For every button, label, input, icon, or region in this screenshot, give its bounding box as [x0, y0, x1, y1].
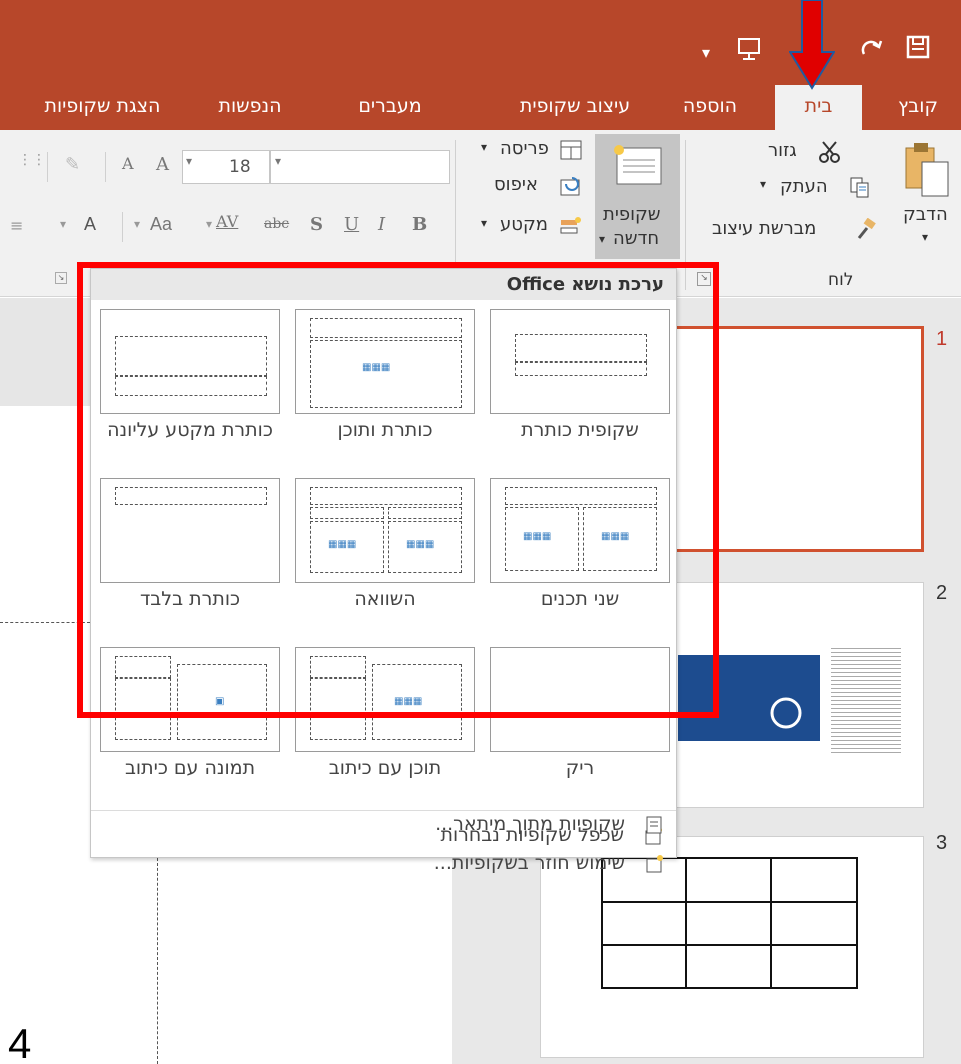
section-dropdown-icon[interactable]: ▾	[481, 216, 487, 230]
list-icon[interactable]: ⋮⋮	[18, 152, 46, 168]
placeholder-edge	[157, 858, 158, 1064]
page-number: 4	[8, 1020, 32, 1064]
customize-qat-icon[interactable]: ▾	[702, 40, 710, 66]
font-color-button[interactable]: A	[84, 214, 96, 235]
slide-number: 2	[936, 582, 948, 604]
tab-slideshow[interactable]: הצגת שקופיות	[25, 85, 180, 130]
strikethrough-button[interactable]: abc	[264, 216, 289, 232]
clipboard-group-label: לוח	[828, 270, 854, 290]
layout-name: תמונה עם כיתוב	[124, 757, 256, 779]
char-spacing-button[interactable]: AV	[216, 212, 238, 231]
font-color-dropdown-icon[interactable]: ▾	[60, 217, 66, 231]
char-spacing-dropdown-icon[interactable]: ▾	[206, 217, 212, 231]
shrink-font-icon[interactable]: A	[122, 154, 134, 173]
reuse-slides-item[interactable]: שימוש חוזר בשקופיות...	[90, 847, 677, 881]
layout-icon[interactable]	[560, 140, 582, 160]
slides-from-outline-icon	[646, 816, 662, 834]
tab-design[interactable]: עיצוב שקופית	[510, 85, 640, 130]
layout-name: ריק	[565, 757, 595, 779]
layout-dropdown-icon[interactable]: ▾	[481, 140, 487, 154]
reset-button[interactable]: איפוס	[494, 174, 538, 195]
tab-home[interactable]: בית	[775, 85, 862, 130]
format-painter-button[interactable]: מברשת עיצוב	[712, 218, 816, 239]
new-slide-button[interactable]: שקופית חדשה ▾	[595, 134, 680, 259]
copy-dropdown-icon[interactable]: ▾	[760, 177, 766, 191]
underline-button[interactable]: U	[344, 214, 359, 235]
tab-animations[interactable]: הנפשות	[205, 85, 295, 130]
font-size-dropdown-icon[interactable]: ▾	[186, 154, 192, 168]
align-icon[interactable]: ≡	[10, 216, 23, 235]
cut-button[interactable]: גזור	[768, 140, 797, 161]
change-case-dropdown-icon[interactable]: ▾	[134, 217, 140, 231]
new-slide-dropdown-icon[interactable]: ▾	[599, 232, 605, 246]
save-icon[interactable]	[905, 34, 931, 65]
copy-button[interactable]: העתק	[780, 176, 828, 197]
shadow-button[interactable]: S	[310, 214, 323, 235]
layout-button[interactable]: פריסה	[500, 138, 549, 159]
new-slide-label-1: שקופית	[603, 204, 661, 225]
section-button[interactable]: מקטע	[500, 214, 548, 235]
tab-insert[interactable]: הוספה	[670, 85, 750, 130]
slide-text-block	[831, 645, 901, 755]
reuse-slides-icon	[646, 855, 663, 873]
layout-name: תוכן עם כיתוב	[328, 757, 442, 779]
paste-label[interactable]: הדבק	[903, 204, 948, 225]
red-arrow-icon	[789, 0, 835, 90]
bold-button[interactable]: B	[412, 214, 427, 235]
clear-formatting-icon[interactable]: ✎	[65, 154, 80, 175]
font-separator	[105, 152, 106, 182]
font-separator	[47, 152, 48, 182]
section-icon[interactable]	[560, 216, 582, 236]
new-slide-label-2: חדשה	[613, 228, 660, 249]
cut-icon[interactable]	[818, 140, 842, 164]
accessibility-icon	[770, 697, 802, 729]
paste-dropdown-icon[interactable]: ▾	[922, 230, 928, 244]
redo-icon[interactable]	[858, 34, 884, 65]
font-name-box[interactable]	[270, 150, 450, 184]
grow-font-icon[interactable]: A	[156, 154, 169, 175]
font-size-input[interactable]: 18	[182, 150, 270, 184]
present-from-start-icon[interactable]	[735, 34, 763, 67]
slide-number: 1	[936, 328, 948, 350]
font-name-dropdown-icon[interactable]: ▾	[275, 154, 281, 168]
menu-item-label: שקופיות מתוך מיתאר...	[435, 813, 625, 835]
font-launcher-icon[interactable]: ↘	[55, 272, 67, 284]
reset-icon[interactable]	[560, 176, 582, 196]
menu-item-label: שימוש חוזר בשקופיות...	[433, 852, 625, 874]
paste-icon[interactable]	[902, 140, 954, 200]
slides-from-outline-item[interactable]: שקופיות מתוך מיתאר...	[90, 808, 677, 842]
italic-button[interactable]: I	[378, 214, 385, 235]
ribbon-tabs: קובץ בית הוספה עיצוב שקופית מעברים הנפשו…	[0, 85, 961, 130]
tab-file[interactable]: קובץ	[878, 85, 958, 130]
slide-number: 3	[936, 832, 948, 854]
format-painter-icon[interactable]	[855, 217, 877, 240]
change-case-button[interactable]: Aa	[150, 214, 172, 235]
font-separator	[122, 212, 123, 242]
tab-transitions[interactable]: מעברים	[345, 85, 435, 130]
copy-icon[interactable]	[850, 177, 870, 199]
highlight-box	[77, 262, 719, 718]
